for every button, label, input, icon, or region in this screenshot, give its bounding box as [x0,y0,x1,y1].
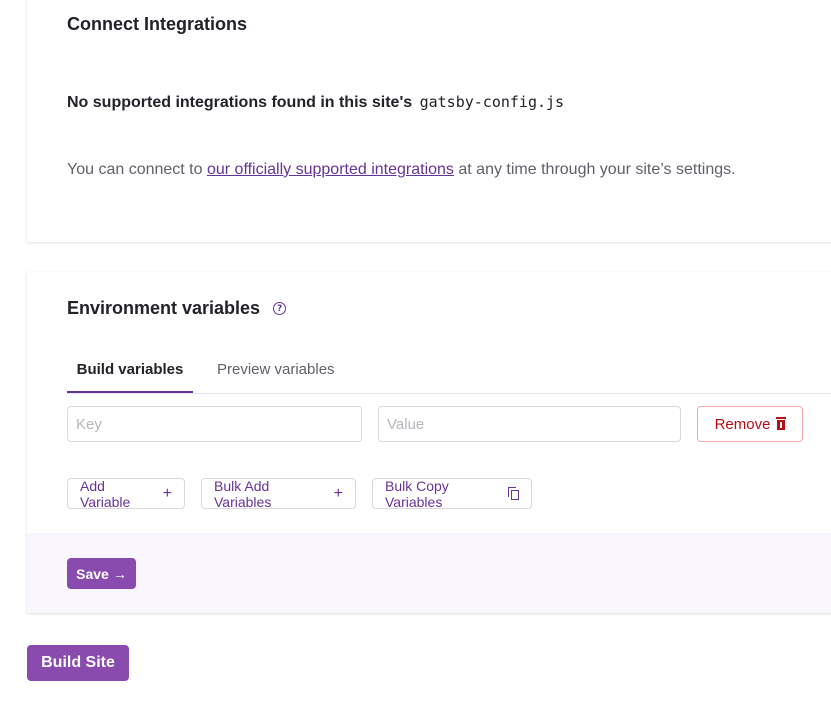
arrow-right-icon: → [112,565,127,582]
save-button[interactable]: Save → [67,558,136,589]
add-variable-label: Add Variable [80,477,131,510]
plus-icon: + [162,484,172,502]
copy-icon [507,487,519,500]
add-variable-button[interactable]: Add Variable + [67,477,185,510]
remove-button[interactable]: Remove [697,406,803,442]
config-filename: gatsby-config.js [419,93,565,111]
trash-icon [776,416,787,430]
connect-description: You can connect to our officially suppor… [67,161,736,179]
integrations-card: Connect Integrations No supported integr… [27,0,831,242]
env-title-row: Environment variables ? [67,298,287,319]
environment-variables-card: Environment variables ? Build variables … [27,272,831,613]
value-input[interactable] [378,406,681,442]
integrations-title: Connect Integrations [67,14,248,34]
bulk-add-variables-button[interactable]: Bulk Add Variables + [201,477,356,510]
question-circle-icon[interactable]: ? [273,302,287,315]
key-input[interactable] [67,406,362,442]
remove-label: Remove [714,415,771,433]
save-label: Save [76,565,109,582]
env-title: Environment variables [67,298,261,318]
no-integrations-text: No supported integrations found in this … [67,94,413,111]
connect-prefix: You can connect to [67,161,203,178]
card-footer: Save → [27,533,831,613]
env-tabs: Build variables Preview variables [67,356,831,394]
bulk-copy-label: Bulk Copy Variables [385,477,449,510]
bulk-copy-variables-button[interactable]: Bulk Copy Variables [372,477,532,510]
build-site-button[interactable]: Build Site [27,645,129,681]
no-integrations-message: No supported integrations found in this … [67,93,564,112]
connect-suffix: at any time through your site’s settings… [458,161,736,178]
plus-icon: + [333,484,343,502]
bulk-add-label: Bulk Add Variables [214,477,272,510]
tab-preview-variables[interactable]: Preview variables [217,356,335,393]
supported-integrations-link[interactable]: our officially supported integrations [207,161,454,178]
tab-build-variables[interactable]: Build variables [67,356,193,393]
